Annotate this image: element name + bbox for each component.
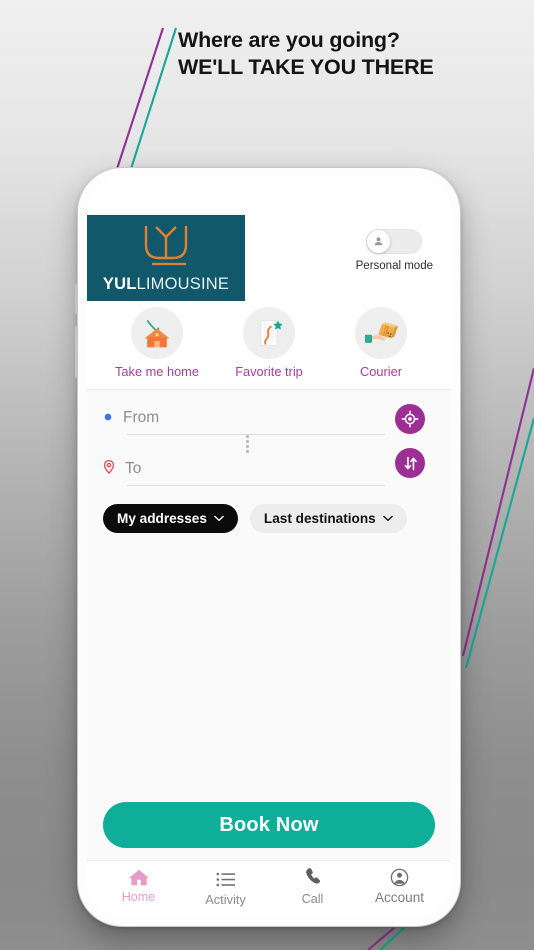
chip-my-addresses[interactable]: My addresses (103, 504, 238, 533)
route-connector-dots (110, 435, 385, 453)
nav-label: Call (301, 892, 324, 906)
page-headline: Where are you going? WE'LL TAKE YOU THER… (178, 28, 508, 81)
app-logo-bold: YUL (102, 275, 137, 293)
from-placeholder: From (123, 409, 160, 426)
nav-item-call[interactable]: Call (269, 861, 356, 916)
chip-label: Last destinations (263, 511, 376, 526)
blue-dot-icon (103, 409, 113, 427)
person-icon (375, 237, 383, 246)
home-icon (128, 868, 150, 887)
nav-item-account[interactable]: Account (356, 861, 443, 916)
app-logo-text: YULLIMOUSINE (103, 275, 229, 294)
quick-action-take-me-home[interactable]: Take me home (105, 307, 209, 379)
nav-label: Activity (205, 892, 246, 907)
headline-line-1: Where are you going? (178, 28, 400, 52)
route-section: From To (87, 390, 451, 494)
toggle-knob (367, 230, 391, 253)
house-arrow-icon (131, 307, 183, 359)
hand-package-icon (355, 307, 407, 359)
map-star-icon (243, 307, 295, 359)
from-field[interactable]: From (103, 402, 385, 434)
quick-action-courier[interactable]: Courier (329, 307, 433, 379)
status-bar (87, 177, 451, 215)
bottom-navigation: Home Activity Call Account (87, 860, 451, 916)
nav-item-activity[interactable]: Activity (182, 861, 269, 916)
to-field[interactable]: To (103, 453, 385, 485)
headline-line-2: WE'LL TAKE YOU THERE (178, 55, 434, 80)
swap-arrows-icon[interactable] (395, 448, 425, 478)
to-placeholder: To (125, 460, 142, 477)
quick-actions: Take me home Favorite trip Courier (87, 301, 451, 389)
chevron-down-icon (214, 515, 224, 521)
personal-mode-toggle[interactable] (366, 229, 423, 254)
quick-action-favorite-trip[interactable]: Favorite trip (217, 307, 321, 379)
to-underline (127, 485, 385, 486)
list-icon (216, 870, 236, 889)
chevron-down-icon (382, 515, 393, 521)
phone-icon (304, 867, 322, 886)
app-header: YULLIMOUSINE Personal mode (87, 215, 451, 301)
red-pin-icon (103, 459, 115, 479)
route-buttons (385, 402, 435, 486)
route-fields: From To (103, 402, 385, 486)
personal-mode-label: Personal mode (355, 260, 433, 272)
book-now-button[interactable]: Book Now (103, 802, 435, 848)
cta-container: Book Now (87, 802, 451, 860)
content-area (87, 545, 451, 802)
gps-target-icon[interactable] (395, 404, 425, 434)
phone-screen: YULLIMOUSINE Personal mode Take me home … (87, 177, 451, 916)
chip-label: My addresses (117, 511, 207, 526)
nav-label: Home (121, 890, 156, 904)
address-filter-chips: My addresses Last destinations (87, 494, 451, 545)
tulip-monogram-icon (87, 223, 245, 269)
quick-action-label: Take me home (115, 364, 199, 379)
account-circle-icon (390, 868, 409, 887)
phone-mockup: YULLIMOUSINE Personal mode Take me home … (75, 168, 460, 926)
chip-last-destinations[interactable]: Last destinations (249, 504, 407, 533)
quick-action-label: Favorite trip (235, 364, 303, 379)
app-logo: YULLIMOUSINE (87, 215, 245, 301)
nav-item-home[interactable]: Home (95, 861, 182, 916)
quick-action-label: Courier (360, 364, 402, 379)
personal-mode-control: Personal mode (356, 229, 433, 272)
app-logo-light: LIMOUSINE (136, 275, 230, 293)
nav-label: Account (374, 890, 425, 905)
